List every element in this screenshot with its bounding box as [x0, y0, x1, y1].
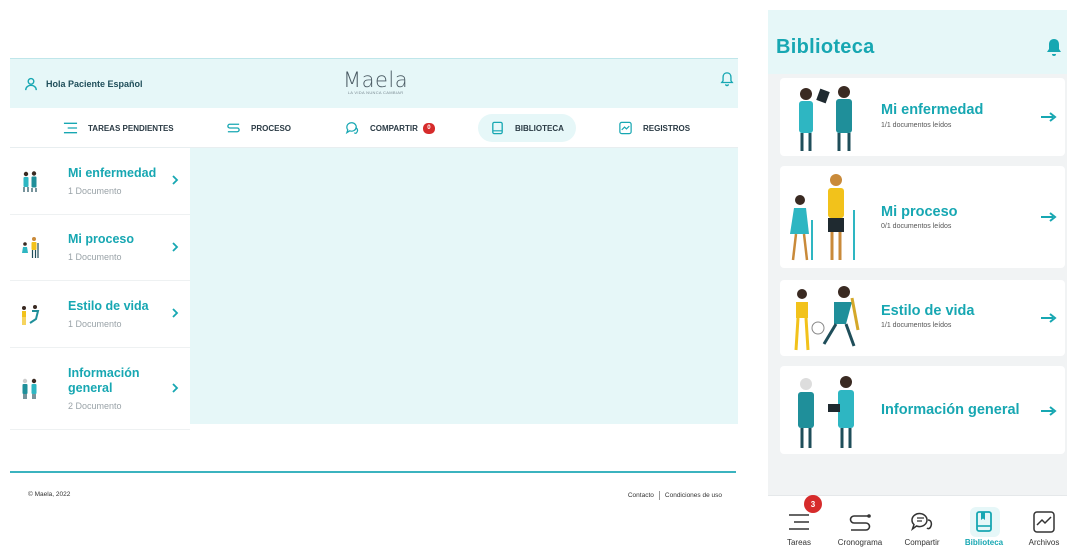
tab-label: Cronograma — [837, 538, 883, 547]
bell-icon[interactable] — [1045, 38, 1063, 58]
library-item-title: Estilo de vida — [68, 298, 149, 313]
chevron-right-icon — [172, 382, 179, 393]
tareas-badge: 3 — [804, 495, 822, 513]
footer-divider — [10, 471, 736, 473]
screen: Hola Paciente Español Maela LA VIDA NUNC… — [0, 0, 1067, 549]
tab-label: Biblioteca — [964, 538, 1004, 547]
library-item-mi-enfermedad[interactable]: Mi enfermedad 1 Documento — [10, 148, 190, 215]
tab-proceso[interactable]: PROCESO — [226, 114, 291, 142]
compartir-badge: 0 — [422, 122, 435, 134]
card-title: Estilo de vida — [881, 303, 975, 319]
arrow-right-icon — [1041, 406, 1057, 416]
copyright: © Maela, 2022 — [28, 491, 71, 498]
library-list: Mi enfermedad 1 Documento Mi proceso 1 D… — [10, 148, 190, 430]
doctors-illustration-icon — [23, 171, 37, 192]
chevron-right-icon — [172, 241, 179, 252]
patient-illustration-icon — [790, 174, 855, 261]
tab-registros[interactable]: REGISTROS — [618, 114, 690, 142]
lifestyle-illustration-icon — [22, 304, 40, 325]
tab-archivos[interactable]: Archivos — [1016, 510, 1067, 547]
page-title: Biblioteca — [776, 36, 875, 58]
tab-label: Compartir — [904, 538, 940, 547]
nav-label: COMPARTIR — [370, 123, 418, 133]
card-informacion-general[interactable]: Información general — [780, 366, 1065, 454]
mobile-view: Biblioteca Mi enfermedad 1/1 documentos … — [768, 10, 1067, 549]
staff-illustration-icon — [22, 378, 37, 399]
arrow-right-icon — [1041, 112, 1057, 122]
contact-link[interactable]: Contacto — [628, 492, 654, 499]
staff-illustration-icon — [798, 376, 854, 448]
chevron-right-icon — [172, 175, 179, 185]
tab-compartir[interactable]: COMPARTIR 0 — [345, 114, 435, 142]
library-item-title: Mi enfermedad — [68, 165, 157, 180]
desktop-header: Hola Paciente Español Maela LA VIDA NUNC… — [10, 58, 738, 108]
card-subtitle: 1/1 documentos leídos — [881, 122, 952, 129]
tab-compartir[interactable]: Compartir — [894, 510, 950, 547]
desktop-nav: TAREAS PENDIENTES PROCESO COMPARTIR 0 BI… — [10, 108, 738, 148]
lifestyle-illustration-icon — [794, 286, 860, 351]
timeline-icon — [227, 123, 240, 133]
card-title: Mi proceso — [881, 204, 958, 220]
chevron-right-icon — [172, 308, 179, 318]
library-item-informacion-general[interactable]: Información general 2 Documento — [10, 348, 190, 430]
nav-label: PROCESO — [251, 123, 292, 133]
nav-label: BIBLIOTECA — [515, 123, 564, 133]
card-subtitle: 1/1 documentos leídos — [881, 322, 952, 329]
tab-biblioteca[interactable]: Biblioteca — [956, 507, 1012, 547]
chat-icon — [345, 122, 359, 135]
list-icon — [63, 122, 78, 134]
nav-label: REGISTROS — [643, 123, 691, 133]
user-greeting[interactable]: Hola Paciente Español — [24, 77, 143, 91]
library-item-estilo-de-vida[interactable]: Estilo de vida 1 Documento — [10, 281, 190, 348]
maela-logo: Maela LA VIDA NUNCA CAMBIAR — [343, 68, 408, 95]
desktop-library: Mi enfermedad 1 Documento Mi proceso 1 D… — [10, 148, 738, 430]
bell-icon[interactable] — [720, 71, 734, 87]
card-mi-enfermedad[interactable]: Mi enfermedad 1/1 documentos leídos — [780, 78, 1065, 156]
list-icon — [789, 514, 809, 530]
card-title: Mi enfermedad — [881, 102, 984, 118]
user-icon — [25, 77, 37, 90]
nav-label: TAREAS PENDIENTES — [88, 123, 174, 133]
doctors-illustration-icon — [799, 86, 852, 151]
library-item-count: 1 Documento — [68, 185, 122, 196]
library-item-count: 2 Documento — [68, 400, 122, 411]
book-icon — [976, 511, 992, 532]
card-title: Información general — [881, 402, 1020, 418]
book-icon — [492, 121, 503, 135]
library-content-area — [190, 148, 738, 424]
greeting-text: Hola Paciente Español — [46, 78, 143, 89]
library-item-mi-proceso[interactable]: Mi proceso 1 Documento — [10, 215, 190, 281]
terms-link[interactable]: Condiciones de uso — [665, 492, 722, 499]
bottom-tab-bar: 3 Tareas Cronograma Compartir Biblioteca… — [768, 495, 1067, 549]
tab-tareas[interactable]: 3 Tareas — [771, 495, 827, 547]
desktop-view: Hola Paciente Español Maela LA VIDA NUNC… — [10, 58, 738, 518]
card-estilo-de-vida[interactable]: Estilo de vida 1/1 documentos leídos — [780, 280, 1065, 356]
card-subtitle: 0/1 documentos leídos — [881, 223, 952, 230]
arrow-right-icon — [1041, 212, 1057, 222]
chart-icon — [1033, 511, 1055, 533]
timeline-icon — [849, 514, 871, 531]
chat-icon — [911, 512, 933, 532]
tab-biblioteca[interactable]: BIBLIOTECA — [478, 114, 576, 142]
tab-label: Archivos — [1028, 538, 1060, 547]
card-mi-proceso[interactable]: Mi proceso 0/1 documentos leídos — [780, 166, 1065, 268]
library-item-count: 1 Documento — [68, 318, 122, 329]
library-item-title: Información general — [68, 365, 140, 395]
arrow-right-icon — [1041, 313, 1057, 323]
chart-icon — [619, 121, 632, 135]
library-item-title: Mi proceso — [68, 232, 134, 247]
footer-separator — [658, 491, 660, 500]
library-item-count: 1 Documento — [68, 252, 122, 263]
footer-links: Contacto Condiciones de uso — [628, 491, 722, 500]
tab-label: Tareas — [786, 538, 811, 547]
logo-tagline: LA VIDA NUNCA CAMBIAR — [347, 90, 404, 95]
tab-cronograma[interactable]: Cronograma — [832, 510, 888, 547]
logo-name: Maela — [343, 68, 409, 92]
tab-tareas-pendientes[interactable]: TAREAS PENDIENTES — [63, 114, 174, 142]
patient-illustration-icon — [22, 237, 39, 259]
